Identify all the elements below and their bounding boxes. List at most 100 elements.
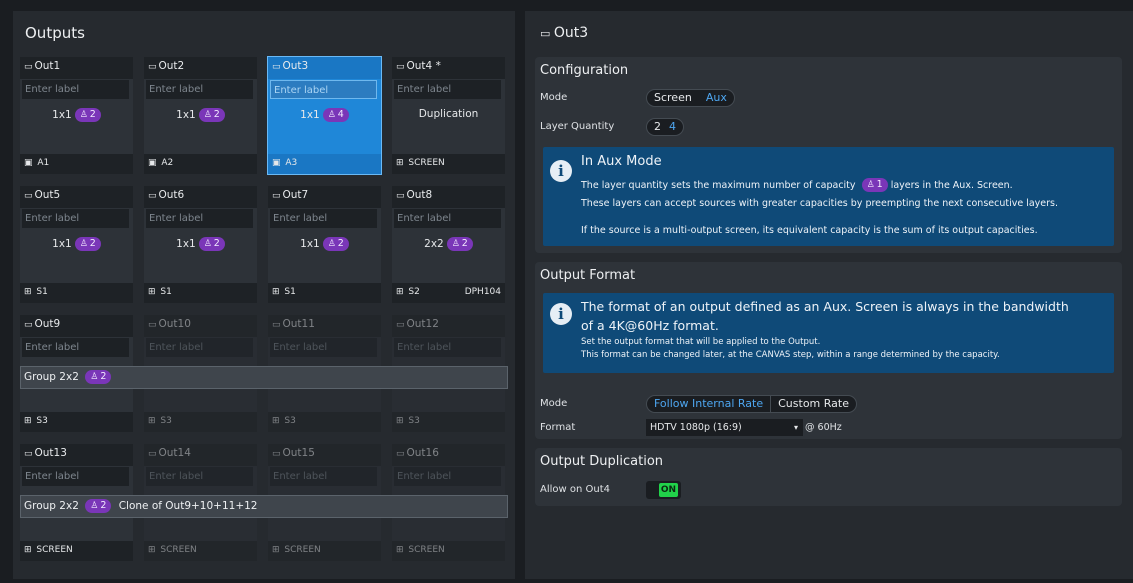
card-name: ▭ Out14 [148, 447, 191, 459]
label-input[interactable]: Enter label [146, 209, 253, 228]
layer-4-option[interactable]: 4 [665, 119, 683, 135]
label-input[interactable]: Enter label [394, 338, 501, 357]
follow-internal-rate-option[interactable]: Follow Internal Rate [647, 396, 770, 412]
label-input[interactable]: Enter label [146, 338, 253, 357]
card-header: ▭ Out13 [20, 444, 133, 466]
format-dropdown[interactable]: HDTV 1080p (16:9) ▾ [646, 419, 803, 436]
capacity-badge: ♙ 2 [74, 108, 101, 122]
configuration-title: Configuration [540, 63, 629, 78]
capacity-badge: ♙ 1 [861, 178, 888, 192]
card-name: ▭ Out16 [396, 447, 439, 459]
config-text: 1x1 ♙ 2 [144, 108, 257, 122]
label-input[interactable]: Enter label [22, 80, 129, 99]
output-icon: ▭ [148, 320, 157, 330]
info-title: In Aux Mode [581, 154, 662, 169]
config-text: 1x1 ♙ 2 [144, 237, 257, 251]
format-mode-selector[interactable]: Follow Internal Rate Custom Rate [646, 395, 857, 413]
label-input[interactable]: Enter label [394, 209, 501, 228]
output-card-2[interactable]: ▭ Out2 Enter label 1x1 ♙ 2 ▣ A2 [144, 57, 257, 174]
output-card-7[interactable]: ▭ Out7 Enter label 1x1 ♙ 2 ⊞ S1 [268, 186, 381, 303]
person-icon: ♙ [451, 239, 460, 249]
card-header: ▭ Out2 [144, 57, 257, 79]
device-text: ⊞ SCREEN [396, 545, 445, 555]
output-duplication-title: Output Duplication [540, 454, 664, 469]
monitor-icon: ▣ [148, 158, 157, 168]
output-card-8[interactable]: ▭ Out8 Enter label 2x2 ♙ 2 ⊞ S2 DPH104 [392, 186, 505, 303]
output-card-4[interactable]: ▭ Out4 * Enter label Duplication ⊞ SCREEN [392, 57, 505, 174]
card-footer: ⊞ S3 [144, 412, 257, 432]
outputs-title: Outputs [25, 24, 85, 42]
label-input[interactable]: Enter label [270, 338, 377, 357]
info-line-2: These layers can accept sources with gre… [581, 198, 1059, 209]
card-header: ▭ Out14 [144, 444, 257, 466]
format-info-line-4: This format can be changed later, at the… [581, 350, 1000, 360]
screen-icon: ⊞ [148, 416, 156, 426]
screen-icon: ⊞ [24, 545, 32, 555]
layer-quantity-selector[interactable]: 2 4 [646, 118, 684, 136]
layer-2-option[interactable]: 2 [647, 119, 665, 135]
card-name: ▭ Out3 [272, 60, 309, 72]
config-text: 1x1 ♙ 4 [268, 108, 381, 122]
output-icon: ▭ [148, 449, 157, 459]
custom-rate-option[interactable]: Custom Rate [770, 396, 856, 412]
label-input[interactable]: Enter label [146, 80, 253, 99]
card-footer: ⊞ S1 [20, 283, 133, 303]
mode-screen-option[interactable]: Screen [647, 90, 699, 106]
mode-aux-option[interactable]: Aux [699, 90, 734, 106]
output-icon: ▭ [24, 62, 33, 72]
output-format-section: Output Format i The format of an output … [535, 262, 1122, 439]
outputs-panel: Outputs ▭ Out1 Enter label 1x1 ♙ 2 ▣ A1 ▭ Out2 En… [13, 11, 515, 579]
person-icon: ♙ [203, 239, 212, 249]
device-text: ▣ A3 [272, 158, 298, 168]
config-text: 1x1 ♙ 2 [20, 237, 133, 251]
screen-icon: ⊞ [24, 416, 32, 426]
card-footer: ⊞ SCREEN [20, 541, 133, 561]
output-card-5[interactable]: ▭ Out5 Enter label 1x1 ♙ 2 ⊞ S1 [20, 186, 133, 303]
card-name: ▭ Out2 [148, 60, 185, 72]
person-icon: ♙ [327, 239, 336, 249]
device-text: ▣ A2 [148, 158, 174, 168]
label-input[interactable]: Enter label [146, 467, 253, 486]
label-input[interactable]: Enter label [270, 209, 377, 228]
capacity-badge: ♙ 2 [85, 370, 112, 384]
label-input[interactable]: Enter label [22, 467, 129, 486]
info-icon: i [550, 160, 572, 182]
label-input[interactable]: Enter label [394, 80, 501, 99]
person-icon: ♙ [90, 372, 99, 382]
card-header: ▭ Out10 [144, 315, 257, 337]
device-text: ▣ A1 [24, 158, 50, 168]
card-name: ▭ Out4 * [396, 60, 441, 72]
screen-icon: ⊞ [396, 287, 404, 297]
output-icon: ▭ [272, 449, 281, 459]
device-text: ⊞ S3 [396, 416, 420, 426]
aux-mode-info-box: i In Aux Mode The layer quantity sets th… [543, 147, 1114, 246]
label-input[interactable]: Enter label [270, 467, 377, 486]
label-input[interactable]: Enter label [394, 467, 501, 486]
label-input[interactable]: Enter label [22, 338, 129, 357]
capacity-badge: ♙ 2 [322, 237, 349, 251]
output-card-3[interactable]: ▭ Out3 Enter label 1x1 ♙ 4 ▣ A3 [267, 56, 382, 175]
screen-icon: ⊞ [24, 287, 32, 297]
mode-selector[interactable]: Screen Aux [646, 89, 735, 107]
screen-icon: ⊞ [148, 545, 156, 555]
person-icon: ♙ [90, 501, 99, 511]
output-card-6[interactable]: ▭ Out6 Enter label 1x1 ♙ 2 ⊞ S1 [144, 186, 257, 303]
device-text: ⊞ SCREEN [148, 545, 197, 555]
capacity-badge: ♙ 2 [198, 237, 225, 251]
duplication-toggle[interactable]: ON [646, 481, 681, 499]
group-bar-1[interactable]: Group 2x2 ♙ 2 [20, 366, 508, 389]
screen-icon: ⊞ [272, 287, 280, 297]
output-card-1[interactable]: ▭ Out1 Enter label 1x1 ♙ 2 ▣ A1 [20, 57, 133, 174]
format-mode-label: Mode [540, 398, 568, 409]
group-bar-2[interactable]: Group 2x2 ♙ 2 Clone of Out9+10+11+12 [20, 495, 508, 518]
screen-icon: ⊞ [396, 158, 404, 168]
device-extra: DPH104 [464, 287, 501, 297]
card-header: ▭ Out1 [20, 57, 133, 79]
card-name: ▭ Out5 [24, 189, 61, 201]
layer-quantity-label: Layer Quantity [540, 121, 615, 132]
label-input[interactable]: Enter label [22, 209, 129, 228]
format-info-line-1: The format of an output defined as an Au… [581, 299, 1069, 314]
card-footer: ⊞ S1 [268, 283, 381, 303]
card-name: ▭ Out1 [24, 60, 61, 72]
label-input[interactable]: Enter label [270, 80, 377, 99]
